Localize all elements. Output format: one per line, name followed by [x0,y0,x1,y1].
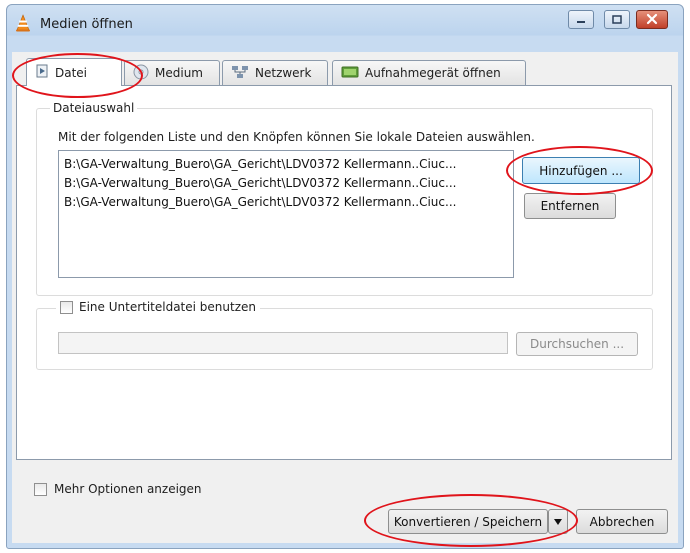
file-icon [35,64,49,81]
browse-button[interactable]: Durchsuchen ... [516,332,638,356]
subtitle-checkbox-label: Eine Untertiteldatei benutzen [79,300,256,314]
tab-label: Medium [155,66,203,80]
chevron-down-icon [553,515,563,529]
subtitle-path-field[interactable] [58,332,508,354]
subtitle-checkbox[interactable] [60,300,73,314]
file-list[interactable]: B:\GA-Verwaltung_Buero\GA_Gericht\LDV037… [58,150,514,278]
window-title: Medien öffnen [40,16,133,32]
tab-netzwerk[interactable]: Netzwerk [222,60,328,85]
tab-aufnahmegeraet[interactable]: Aufnahmegerät öffnen [332,60,526,85]
more-options-row: Mehr Optionen anzeigen [34,482,202,496]
more-options-label: Mehr Optionen anzeigen [54,482,202,496]
list-item[interactable]: B:\GA-Verwaltung_Buero\GA_Gericht\LDV037… [59,193,513,212]
more-options-checkbox[interactable] [34,482,47,496]
tab-medium[interactable]: Medium [124,60,220,85]
cancel-button[interactable]: Abbrechen [576,509,668,534]
file-selection-description: Mit der folgenden Liste und den Knöpfen … [58,130,535,144]
minimize-button[interactable] [568,10,594,29]
convert-save-button[interactable]: Konvertieren / Speichern [388,509,548,534]
file-selection-legend: Dateiauswahl [50,101,138,115]
network-icon [231,64,249,83]
capture-device-icon [341,64,359,83]
tab-label: Aufnahmegerät öffnen [365,66,501,80]
tab-label: Datei [55,65,88,80]
convert-dropdown-button[interactable] [548,509,568,534]
list-item[interactable]: B:\GA-Verwaltung_Buero\GA_Gericht\LDV037… [59,155,513,174]
tab-label: Netzwerk [255,66,312,80]
close-button[interactable] [636,10,668,29]
tab-datei[interactable]: Datei [26,58,122,86]
disc-icon [133,64,149,83]
add-button[interactable]: Hinzufügen ... [522,157,640,184]
vlc-cone-icon [14,13,32,35]
remove-button[interactable]: Entfernen [524,193,616,219]
list-item[interactable]: B:\GA-Verwaltung_Buero\GA_Gericht\LDV037… [59,174,513,193]
close-icon [646,13,658,25]
title-bar: Medien öffnen [14,13,133,35]
subtitle-legend: Eine Untertiteldatei benutzen [56,300,260,314]
maximize-button[interactable] [604,10,630,29]
